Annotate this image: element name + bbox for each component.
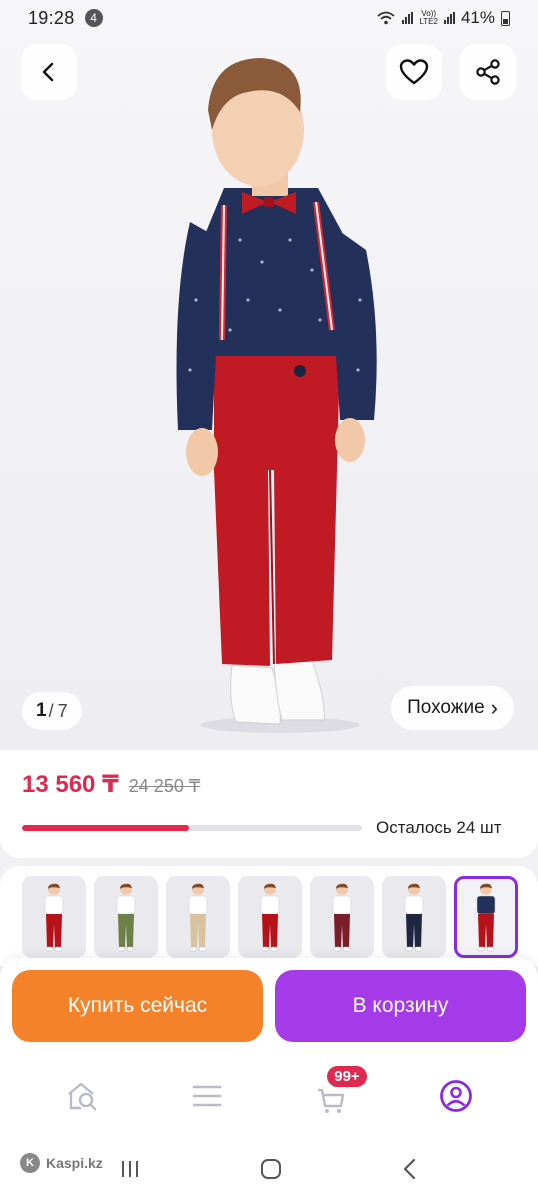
- share-button[interactable]: [460, 44, 516, 100]
- image-counter: 1 / 7: [22, 692, 82, 730]
- profile-icon: [439, 1080, 472, 1112]
- buy-now-button[interactable]: Купить сейчас: [12, 970, 263, 1042]
- lte-indicator: Vo)) LTE2: [419, 10, 438, 26]
- stock-progress-bar: [22, 825, 362, 831]
- add-to-cart-button[interactable]: В корзину: [275, 970, 526, 1042]
- favorite-button[interactable]: [386, 44, 442, 100]
- thumbnail-item[interactable]: [166, 876, 230, 958]
- thumbnail-photo: [332, 883, 352, 952]
- status-icons: Vo)) LTE2 41%: [376, 8, 510, 28]
- notification-count-badge: 4: [84, 9, 103, 27]
- thumbnail-item[interactable]: [454, 876, 518, 958]
- thumbnail-item[interactable]: [22, 876, 86, 958]
- thumbnail-photo: [188, 883, 208, 952]
- thumbnail-item[interactable]: [238, 876, 302, 958]
- back-button[interactable]: [21, 44, 77, 100]
- menu-icon: [192, 1085, 222, 1107]
- wifi-icon: [377, 11, 396, 25]
- thumbnail-item[interactable]: [310, 876, 374, 958]
- thumbnail-photo: [116, 883, 136, 952]
- recent-apps-icon[interactable]: [118, 1158, 142, 1180]
- share-icon: [476, 59, 500, 85]
- watermark-text: Kaspi.kz: [46, 1155, 103, 1171]
- bottom-navigation: 99+: [0, 1054, 538, 1138]
- signal-icon: [402, 12, 414, 24]
- old-price: 24 250 ₸: [128, 776, 201, 796]
- image-counter-total: 7: [57, 700, 68, 721]
- nav-catalog[interactable]: [175, 1066, 239, 1126]
- chevron-right-icon: ›: [490, 695, 498, 720]
- home-icon[interactable]: [259, 1157, 283, 1181]
- thumbnail-photo: [404, 883, 424, 952]
- image-counter-current: 1: [36, 700, 47, 721]
- thumbnail-photo: [476, 883, 496, 952]
- back-nav-icon[interactable]: [400, 1157, 420, 1181]
- thumbnail-strip[interactable]: [0, 866, 538, 966]
- heart-icon: [399, 59, 429, 85]
- chevron-left-icon: [42, 62, 54, 82]
- similar-products-button[interactable]: Похожие ›: [391, 686, 514, 730]
- battery-icon: [501, 10, 510, 26]
- price-card: 13 560 ₸ 24 250 ₸ Осталось 24 шт: [0, 750, 538, 858]
- nav-cart[interactable]: 99+: [299, 1066, 367, 1126]
- product-image-gallery[interactable]: 1 / 7 Похожие ›: [0, 0, 538, 750]
- watermark: K Kaspi.kz: [20, 1153, 103, 1173]
- image-counter-separator: /: [48, 700, 54, 721]
- watermark-logo-icon: K: [20, 1153, 40, 1173]
- thumbnail-item[interactable]: [94, 876, 158, 958]
- action-bar: Купить сейчас В корзину: [0, 958, 538, 1054]
- lte-label: LTE2: [419, 17, 438, 26]
- nav-profile[interactable]: [424, 1066, 488, 1126]
- thumbnail-photo: [44, 883, 64, 952]
- stock-remaining: Осталось 24 шт: [376, 818, 502, 837]
- product-photo: [176, 58, 377, 733]
- stock-progress-fill: [22, 825, 189, 831]
- status-bar: 19:28 4 Vo)) LTE2 41%: [0, 0, 538, 36]
- thumbnail-item[interactable]: [382, 876, 446, 958]
- home-search-icon: [68, 1082, 97, 1111]
- current-price: 13 560 ₸: [22, 771, 119, 798]
- cart-count-badge: 99+: [327, 1066, 367, 1087]
- cart-icon: [318, 1088, 345, 1113]
- battery-percent: 41%: [460, 8, 495, 27]
- nav-home-search[interactable]: [50, 1066, 114, 1126]
- thumbnail-photo: [260, 883, 280, 952]
- status-time: 19:28: [28, 7, 75, 28]
- similar-label: Похожие: [407, 697, 485, 718]
- signal-icon-2: [443, 12, 455, 24]
